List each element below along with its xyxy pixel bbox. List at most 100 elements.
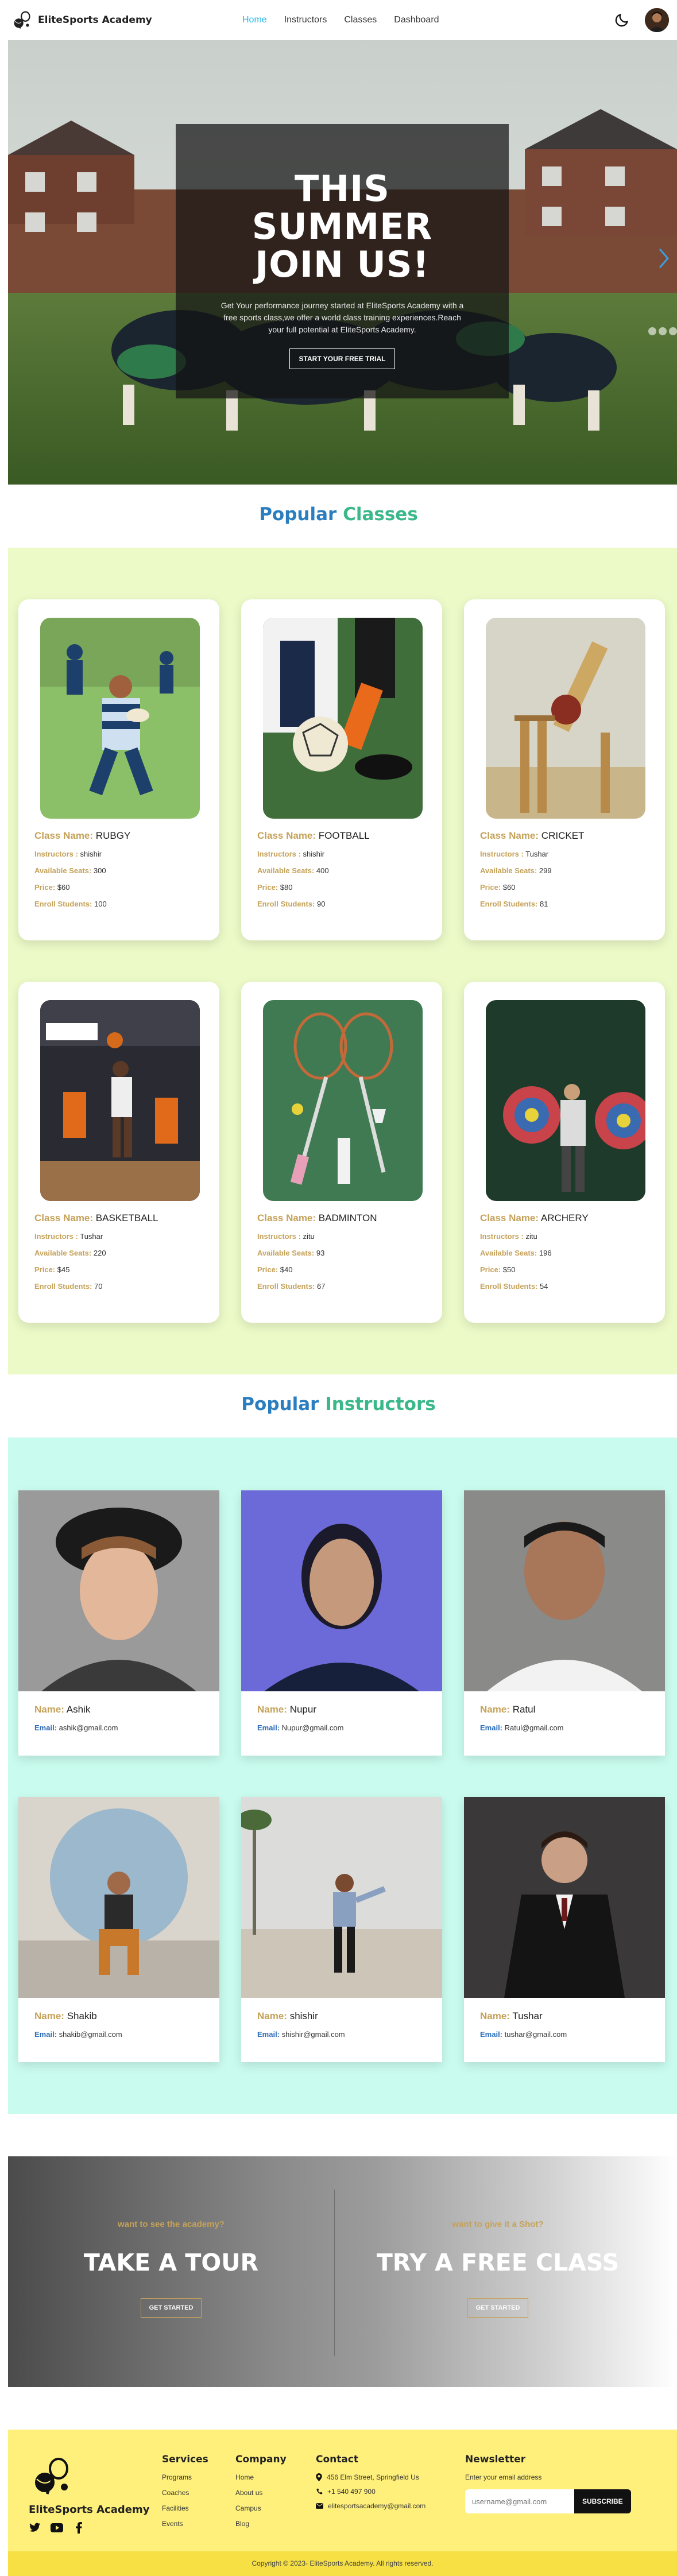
class-card[interactable]: Class Name: FOOTBALL Instructors : shish… [241, 599, 442, 940]
instructor-email: tushar@gmail.com [504, 2030, 567, 2039]
instructor-card[interactable]: Name: Ratul Email: Ratul@gmail.com [464, 1490, 665, 1756]
services-title: Services [162, 2454, 208, 2465]
cta-section: want to see the academy? TAKE A TOUR GET… [8, 2156, 677, 2387]
instructor-name: Ashik [66, 1704, 91, 1715]
carousel-dot[interactable] [648, 327, 656, 335]
carousel-dot[interactable] [669, 327, 677, 335]
company-link-blog[interactable]: Blog [235, 2520, 287, 2528]
instructors-section: Name: Ashik Email: ashik@gmail.com Name:… [8, 1438, 677, 2114]
services-link-programs[interactable]: Programs [162, 2473, 208, 2481]
instructor-photo [241, 1490, 442, 1691]
contact-column: Contact 456 Elm Street, Springfield Us +… [316, 2454, 425, 2516]
class-enrolled: 90 [317, 900, 326, 908]
free-class-get-started-button[interactable]: GET STARTED [467, 2298, 529, 2318]
hero-banner: THIS SUMMER JOIN US! Get Your performanc… [8, 40, 677, 485]
class-name-label: Class Name: [480, 1213, 539, 1223]
facebook-link[interactable] [72, 2521, 85, 2534]
nav-right [612, 8, 669, 32]
nav-link-instructors[interactable]: Instructors [284, 15, 327, 25]
class-name: CRICKET [541, 830, 585, 841]
name-label: Name: [257, 1704, 287, 1715]
name-label: Name: [480, 1704, 510, 1715]
seats-label: Available Seats: [257, 1249, 315, 1257]
carousel-dot[interactable] [659, 327, 667, 335]
tour-get-started-button[interactable]: GET STARTED [140, 2298, 202, 2318]
newsletter-column: Newsletter Enter your email address SUBS… [465, 2454, 631, 2513]
class-seats: 299 [539, 866, 552, 875]
class-info: Class Name: BASKETBALL Instructors : Tus… [34, 1213, 158, 1291]
contact-email-text: elitesportsacademy@gmail.com [328, 2502, 426, 2510]
instructor-info: Name: Tushar Email: tushar@gmail.com [480, 2011, 567, 2039]
instructor-card[interactable]: Name: Ashik Email: ashik@gmail.com [18, 1490, 219, 1756]
facebook-icon [76, 2522, 82, 2534]
avatar-icon [645, 8, 669, 32]
youtube-link[interactable] [51, 2521, 63, 2534]
company-link-about[interactable]: About us [235, 2489, 287, 2497]
carousel-next-button[interactable] [656, 247, 671, 270]
tour-title: TAKE A TOUR [83, 2249, 259, 2276]
hero-description: Get Your performance journey started at … [220, 301, 464, 334]
class-image [263, 1000, 423, 1201]
class-enrolled: 81 [540, 900, 548, 908]
brand[interactable]: EliteSports Academy [11, 10, 152, 30]
nav-link-dashboard[interactable]: Dashboard [394, 15, 439, 25]
class-name-label: Class Name: [480, 830, 539, 841]
company-column: Company Home About us Campus Blog [235, 2454, 287, 2535]
seats-label: Available Seats: [480, 866, 537, 875]
instructor-info: Name: shishir Email: shishir@gmail.com [257, 2011, 345, 2039]
instructor-email: shishir@gmail.com [281, 2030, 345, 2039]
class-info: Class Name: CRICKET Instructors : Tushar… [480, 830, 584, 908]
company-link-campus[interactable]: Campus [235, 2504, 287, 2512]
class-price: $60 [57, 883, 70, 892]
class-seats: 400 [316, 866, 329, 875]
instructor-photo [241, 1797, 442, 1998]
class-name: BADMINTON [318, 1213, 377, 1223]
class-card[interactable]: Class Name: BADMINTON Instructors : zitu… [241, 982, 442, 1323]
class-card[interactable]: Class Name: RUBGY Instructors : shishir … [18, 599, 219, 940]
email-label: Email: [480, 2030, 503, 2039]
instructor-card[interactable]: Name: Nupur Email: Nupur@gmail.com [241, 1490, 442, 1756]
class-card[interactable]: Class Name: ARCHERY Instructors : zitu A… [464, 982, 665, 1323]
class-info: Class Name: BADMINTON Instructors : zitu… [257, 1213, 377, 1291]
newsletter-label: Enter your email address [465, 2473, 542, 2481]
subscribe-button[interactable]: SUBSCRIBE [574, 2489, 631, 2513]
footer-brand: EliteSports Academy [29, 2454, 149, 2534]
instructor-info: Name: Nupur Email: Nupur@gmail.com [257, 1704, 343, 1732]
price-label: Price: [480, 883, 501, 892]
instructor-card[interactable]: Name: shishir Email: shishir@gmail.com [241, 1797, 442, 2062]
nav-link-classes[interactable]: Classes [344, 15, 377, 25]
class-card[interactable]: Class Name: BASKETBALL Instructors : Tus… [18, 982, 219, 1323]
company-link-home[interactable]: Home [235, 2473, 287, 2481]
class-price: $45 [57, 1265, 70, 1274]
twitter-icon [29, 2523, 41, 2532]
name-label: Name: [257, 2011, 287, 2021]
instructor-card[interactable]: Name: Shakib Email: shakib@gmail.com [18, 1797, 219, 2062]
carousel-dots [648, 327, 677, 335]
price-label: Price: [480, 1265, 501, 1274]
footer-brand-name: EliteSports Academy [29, 2504, 150, 2516]
class-name-label: Class Name: [34, 1213, 94, 1223]
class-instructor: Tushar [525, 850, 549, 858]
user-avatar[interactable] [645, 8, 669, 32]
start-free-trial-button[interactable]: START YOUR FREE TRIAL [289, 348, 396, 369]
price-label: Price: [257, 1265, 278, 1274]
services-link-coaches[interactable]: Coaches [162, 2489, 208, 2497]
theme-toggle[interactable] [612, 10, 632, 30]
seats-label: Available Seats: [34, 1249, 92, 1257]
nav-link-home[interactable]: Home [242, 15, 267, 25]
company-title: Company [235, 2454, 287, 2465]
email-label: Email: [480, 1723, 503, 1732]
newsletter-email-input[interactable] [465, 2489, 574, 2513]
newsletter-form: SUBSCRIBE [465, 2489, 631, 2513]
services-link-facilities[interactable]: Facilities [162, 2504, 208, 2512]
class-card[interactable]: Class Name: CRICKET Instructors : Tushar… [464, 599, 665, 940]
instructor-email: Nupur@gmail.com [281, 1723, 344, 1732]
class-name: ARCHERY [540, 1213, 589, 1223]
free-class-title: TRY A FREE CLASS [376, 2249, 620, 2276]
twitter-link[interactable] [29, 2521, 41, 2534]
services-link-events[interactable]: Events [162, 2520, 208, 2528]
seats-label: Available Seats: [34, 866, 92, 875]
tour-kicker: want to see the academy? [118, 2219, 225, 2229]
instructor-card[interactable]: Name: Tushar Email: tushar@gmail.com [464, 1797, 665, 2062]
class-name: RUBGY [95, 830, 131, 841]
